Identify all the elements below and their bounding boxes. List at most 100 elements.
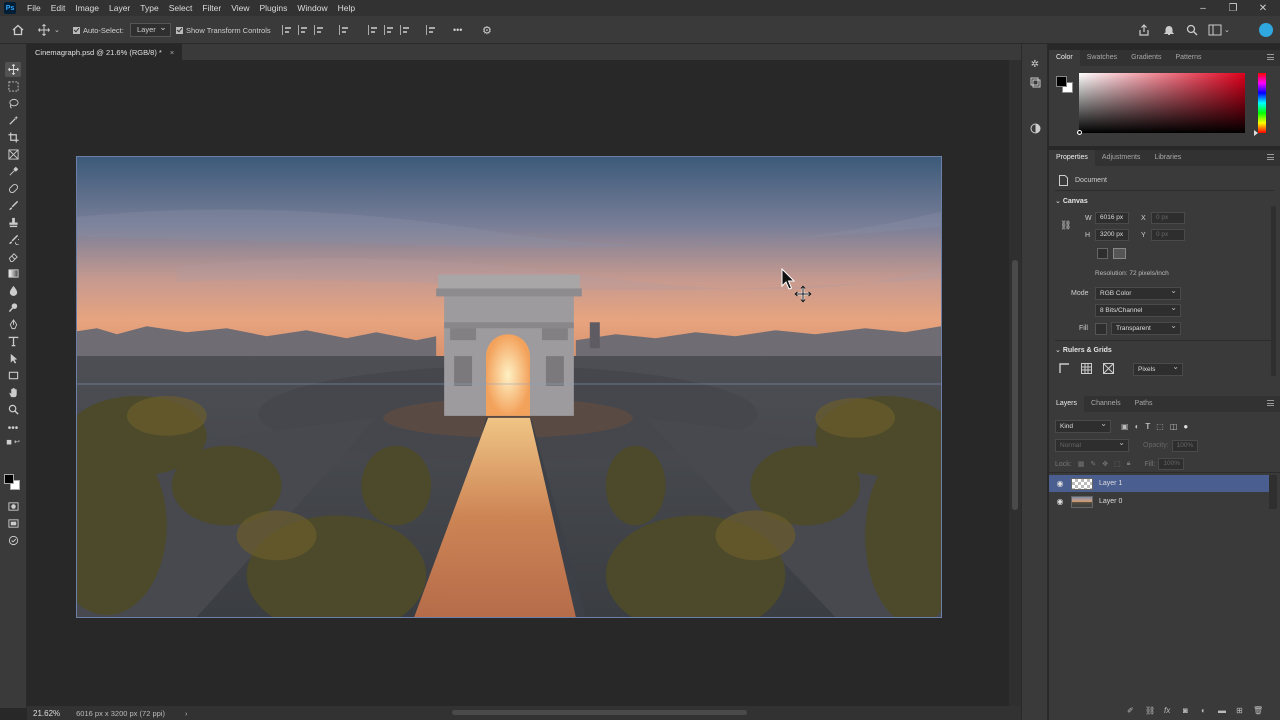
object-selection-tool-icon[interactable] (5, 113, 21, 128)
edit-toolbar-icon[interactable]: ••• (5, 421, 21, 436)
menu-help[interactable]: Help (333, 0, 360, 16)
menu-type[interactable]: Type (135, 0, 163, 16)
menu-select[interactable]: Select (164, 0, 198, 16)
history-icon[interactable] (1029, 76, 1041, 88)
eye-visibility-icon[interactable]: ◉ (1053, 497, 1067, 506)
document-tab[interactable]: Cinemagraph.psd @ 21.6% (RGB/8) * × (27, 44, 183, 60)
menu-filter[interactable]: Filter (197, 0, 226, 16)
filter-adjustment-icon[interactable]: ◐ (1135, 422, 1140, 431)
move-tool-preset-icon[interactable]: ⌄ (38, 16, 60, 44)
properties-scrollbar[interactable] (1271, 206, 1276, 376)
screen-mode-icon[interactable] (5, 516, 21, 531)
bit-depth-dropdown[interactable]: 8 Bits/Channel (1095, 302, 1181, 317)
align-right-icon[interactable] (314, 16, 324, 44)
hand-tool-icon[interactable] (5, 385, 21, 400)
adjustments-icon[interactable] (1029, 122, 1041, 134)
status-menu-arrow[interactable]: › (185, 709, 188, 718)
ruler-icon[interactable] (1059, 363, 1070, 376)
document-image[interactable] (76, 156, 942, 618)
gear-icon[interactable]: ⚙ (482, 16, 492, 44)
align-center-h-icon[interactable] (298, 16, 308, 44)
tab-libraries[interactable]: Libraries (1147, 150, 1188, 166)
quick-mask-icon[interactable] (5, 499, 21, 514)
layer-name[interactable]: Layer 0 (1099, 498, 1122, 505)
tab-gradients[interactable]: Gradients (1124, 50, 1168, 66)
lock-all-icon[interactable]: 🔒︎ (1127, 460, 1131, 468)
search-icon[interactable] (1186, 16, 1198, 44)
share-icon[interactable] (1138, 16, 1150, 44)
layer-filter-kind-dropdown[interactable]: Kind (1055, 418, 1111, 433)
lock-position-icon[interactable]: ✥ (1102, 460, 1108, 468)
panel-menu-icon[interactable] (1267, 54, 1274, 60)
foreground-color-swatch[interactable] (4, 474, 14, 484)
link-dimensions-icon[interactable]: ⛓ (1060, 220, 1071, 231)
fill-dropdown[interactable]: Transparent (1111, 320, 1181, 335)
filter-toggle-icon[interactable]: ● (1183, 422, 1188, 431)
filter-shape-icon[interactable]: ⬚ (1156, 422, 1164, 431)
frame-tool-icon[interactable] (5, 147, 21, 162)
dodge-tool-icon[interactable] (5, 300, 21, 315)
menu-view[interactable]: View (226, 0, 254, 16)
distribute-icon[interactable] (400, 16, 410, 44)
lock-transparent-icon[interactable]: ▦ (1078, 460, 1085, 468)
rulers-grids-section-header[interactable]: Rulers & Grids (1055, 346, 1112, 354)
guides-icon[interactable] (1103, 363, 1114, 376)
workspace-icon[interactable]: ⌄ (1208, 16, 1230, 44)
blend-mode-dropdown[interactable]: Normal (1055, 437, 1129, 452)
landscape-orientation-icon[interactable] (1113, 248, 1126, 259)
restore-icon[interactable]: ❐ (1218, 0, 1248, 16)
pen-tool-icon[interactable] (5, 317, 21, 332)
clone-stamp-tool-icon[interactable] (5, 215, 21, 230)
menu-file[interactable]: File (22, 0, 46, 16)
align-top-icon[interactable] (339, 16, 349, 44)
crop-tool-icon[interactable] (5, 130, 21, 145)
rectangle-tool-icon[interactable] (5, 368, 21, 383)
vertical-scrollbar[interactable] (1009, 60, 1021, 706)
show-transform-controls-checkbox[interactable]: Show Transform Controls (176, 16, 271, 44)
lasso-tool-icon[interactable] (5, 96, 21, 111)
menu-layer[interactable]: Layer (104, 0, 135, 16)
tab-adjustments[interactable]: Adjustments (1095, 150, 1148, 166)
align-left-icon[interactable] (282, 16, 292, 44)
gradient-tool-icon[interactable] (5, 266, 21, 281)
tab-layers[interactable]: Layers (1049, 396, 1085, 412)
layer-row-layer-0[interactable]: ◉ Layer 0 (1049, 493, 1269, 510)
new-group-icon[interactable]: ▬ (1218, 706, 1228, 716)
panel-menu-icon[interactable] (1267, 400, 1274, 406)
home-icon[interactable] (12, 16, 24, 44)
layer-style-fx-icon[interactable]: fx (1164, 706, 1174, 716)
cloud-account-icon[interactable] (1259, 16, 1273, 44)
tab-paths[interactable]: Paths (1128, 396, 1160, 412)
hue-slider[interactable] (1258, 73, 1266, 133)
align-middle-v-icon[interactable] (368, 16, 378, 44)
bell-icon[interactable] (1163, 16, 1175, 44)
color-mode-dropdown[interactable]: RGB Color (1095, 285, 1181, 300)
fill-field[interactable]: 100% (1158, 458, 1185, 470)
swap-colors-icon[interactable]: ◼ ↩ (5, 438, 21, 446)
x-field[interactable]: 0 px (1151, 212, 1185, 224)
portrait-orientation-icon[interactable] (1097, 248, 1108, 259)
add-mask-icon[interactable]: ◙ (1183, 706, 1193, 716)
link-layers-icon[interactable]: ⛓ (1145, 706, 1155, 716)
close-window-icon[interactable]: ✕ (1248, 0, 1278, 16)
marquee-tool-icon[interactable] (5, 79, 21, 94)
history-brush-tool-icon[interactable] (5, 232, 21, 247)
filter-pixel-icon[interactable]: ▣ (1121, 422, 1129, 431)
tab-patterns[interactable]: Patterns (1168, 50, 1208, 66)
adjustment-layer-icon[interactable]: ◐ (1201, 706, 1211, 716)
color-picker-field[interactable] (1079, 73, 1245, 133)
zoom-tool-icon[interactable] (5, 402, 21, 417)
close-tab-icon[interactable]: × (170, 48, 174, 57)
auto-select-target-dropdown[interactable]: Layer (130, 21, 171, 37)
menu-edit[interactable]: Edit (46, 0, 71, 16)
path-selection-tool-icon[interactable] (5, 351, 21, 366)
blur-tool-icon[interactable] (5, 283, 21, 298)
opacity-field[interactable]: 100% (1171, 439, 1198, 452)
fill-swatch[interactable] (1095, 322, 1107, 335)
move-tool-icon[interactable] (5, 62, 21, 77)
tab-channels[interactable]: Channels (1084, 396, 1128, 412)
vertical-scroll-thumb[interactable] (1012, 260, 1018, 510)
auto-select-checkbox[interactable]: Auto-Select: (73, 16, 124, 44)
layers-scrollbar[interactable] (1269, 475, 1277, 509)
layer-name[interactable]: Layer 1 (1099, 480, 1122, 487)
